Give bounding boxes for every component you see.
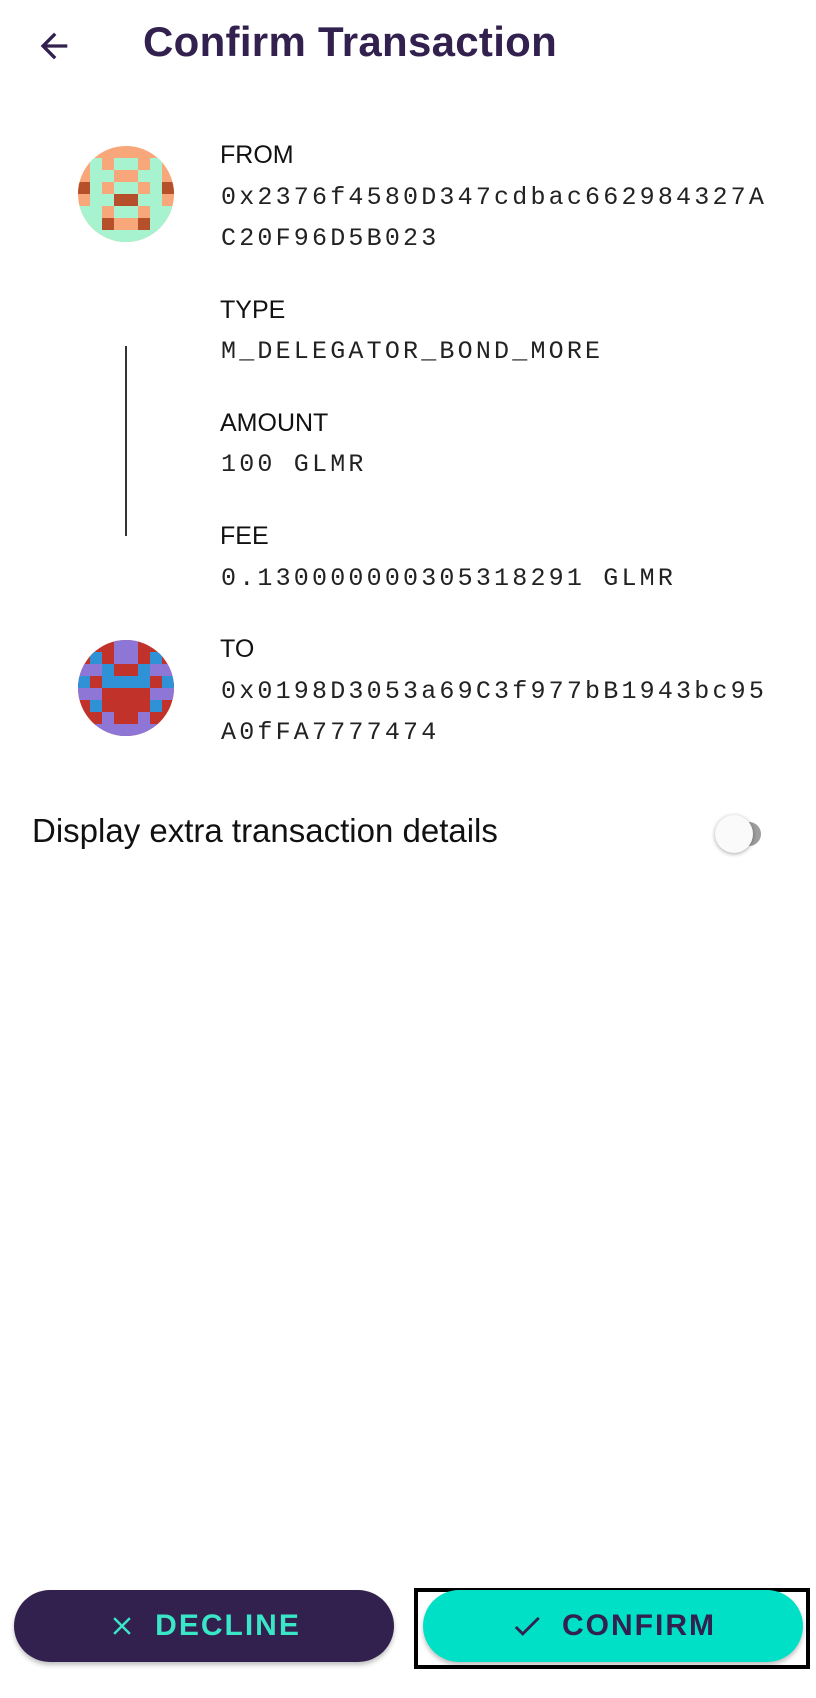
back-button[interactable] (26, 20, 82, 72)
type-label: TYPE (220, 296, 286, 324)
decline-button[interactable]: DECLINE (14, 1590, 394, 1662)
close-icon (113, 1617, 131, 1635)
amount-label: AMOUNT (220, 409, 329, 437)
from-avatar-identicon (78, 146, 174, 242)
extra-details-row: Display extra transaction details (32, 806, 761, 856)
fee-label: FEE (220, 522, 269, 550)
fee-value: 0.130000000305318291 GLMR (221, 564, 677, 593)
from-label: FROM (220, 141, 294, 169)
amount-value: 100 GLMR (221, 450, 367, 479)
timeline-connector (125, 346, 127, 536)
toggle-thumb (715, 815, 753, 853)
extra-details-label: Display extra transaction details (32, 812, 498, 849)
from-address: 0x2376f4580D347cdbac662984327AC20F96D5B0… (221, 183, 768, 253)
app-bar: Confirm Transaction (0, 0, 816, 92)
decline-label: DECLINE (155, 1609, 301, 1642)
type-value: M_DELEGATOR_BOND_MORE (221, 337, 604, 366)
to-avatar-identicon (78, 640, 174, 736)
page-title: Confirm Transaction (143, 18, 558, 65)
to-address: 0x0198D3053a69C3f977bB1943bc95A0fFA77774… (221, 677, 768, 747)
extra-details-toggle[interactable] (681, 810, 791, 854)
confirm-button[interactable]: CONFIRM (423, 1590, 803, 1662)
confirm-label: CONFIRM (562, 1609, 716, 1642)
to-label: TO (220, 635, 255, 663)
checkmark-icon (514, 1616, 540, 1636)
arrow-left-icon (40, 32, 68, 60)
